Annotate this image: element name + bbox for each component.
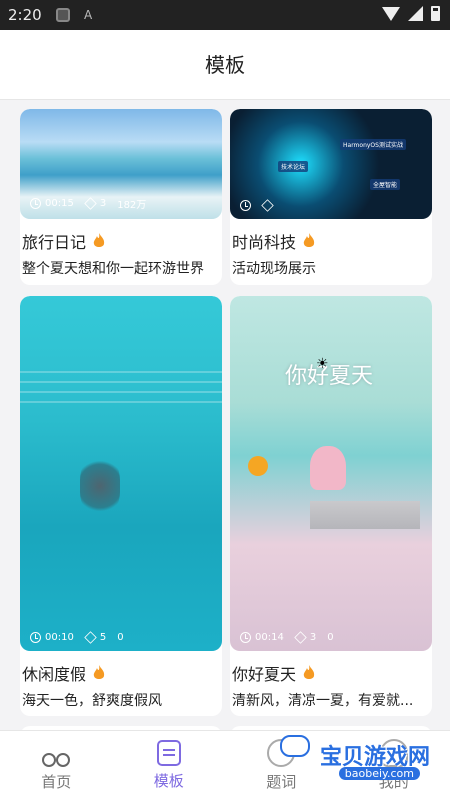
fan-image (248, 456, 268, 476)
wifi-icon (382, 6, 400, 21)
clips-value: 3 (99, 198, 107, 209)
template-thumbnail[interactable]: 00:10 5 0 (20, 296, 222, 651)
gamepad-icon (280, 735, 310, 757)
layers-icon (84, 631, 97, 644)
status-icons (382, 6, 440, 21)
template-title: 休闲度假 (22, 665, 87, 684)
template-stats: 00:15 3 182万 (30, 196, 152, 211)
template-thumbnail[interactable]: HarmonyOS测试实战 技术论坛 全屋智能 (230, 109, 432, 219)
nav-item-templates[interactable]: 模板 (113, 731, 226, 800)
status-bar: 2:20 A (0, 0, 450, 30)
clips-value: 3 (309, 632, 317, 643)
tech-label: HarmonyOS测试实战 (340, 139, 406, 150)
views-value: 0 (117, 632, 124, 643)
template-card-travel[interactable]: 00:15 3 182万 旅行日记 整个夏天想和你一起环游世界 (20, 109, 222, 285)
layers-icon (84, 197, 97, 210)
template-thumbnail[interactable]: 00:15 3 182万 (20, 109, 222, 219)
clips-value: 5 (99, 632, 107, 643)
template-card-tech[interactable]: HarmonyOS测试实战 技术论坛 全屋智能 时尚科技 活动现场展示 (230, 109, 432, 285)
template-title: 时尚科技 (232, 233, 297, 252)
notification-icon (56, 8, 70, 22)
template-card-vacation[interactable]: 00:10 5 0 休闲度假 海天一色，舒爽度假风 (20, 296, 222, 716)
scissors-icon (42, 739, 71, 767)
template-icon (156, 740, 181, 766)
duration-value: 00:14 (255, 632, 284, 643)
flame-icon (93, 233, 105, 247)
template-stats: 00:14 3 0 (240, 631, 340, 644)
status-time: 2:20 (8, 6, 42, 24)
swimmer-image (80, 456, 120, 516)
nav-item-home[interactable]: 首页 (0, 731, 113, 800)
clock-icon (30, 198, 41, 209)
nav-label: 模板 (153, 772, 184, 790)
template-title: 你好夏天 (232, 665, 297, 684)
watermark-url: baobeiy.com (338, 767, 420, 780)
watermark: 宝贝游戏网 baobeiy.com (280, 735, 430, 790)
views-value: 182万 (117, 200, 147, 211)
battery-icon (431, 6, 440, 21)
duration-value: 00:15 (45, 198, 74, 209)
layers-icon (294, 631, 307, 644)
nav-label: 首页 (41, 773, 72, 791)
template-card-summer[interactable]: 你好夏天 ☀ 00:14 3 0 你好夏天 清新风，清凉一夏，有爱就... (230, 296, 432, 716)
template-stats: 00:10 5 0 (30, 631, 130, 644)
tech-label: 全屋智能 (370, 179, 401, 190)
flame-icon (93, 665, 105, 679)
views-value: 0 (327, 632, 334, 643)
template-subtitle: 活动现场展示 (232, 261, 316, 277)
template-subtitle: 整个夏天想和你一起环游世界 (22, 261, 204, 277)
page-title: 模板 (205, 53, 245, 77)
clock-icon (240, 632, 251, 643)
clock-icon (240, 200, 251, 211)
flame-icon (303, 665, 315, 679)
layers-icon (261, 199, 274, 212)
clock-icon (30, 632, 41, 643)
template-stats (240, 199, 279, 212)
sun-icon: ☀ (316, 356, 329, 372)
app-notification-icon: A (84, 8, 93, 22)
summer-overlay-text: 你好夏天 (285, 364, 374, 389)
template-subtitle: 清新风，清凉一夏，有爱就... (232, 693, 414, 709)
template-subtitle: 海天一色，舒爽度假风 (22, 693, 162, 709)
template-thumbnail[interactable]: 你好夏天 ☀ 00:14 3 0 (230, 296, 432, 651)
duration-value: 00:10 (45, 632, 74, 643)
template-grid[interactable]: 00:15 3 182万 旅行日记 整个夏天想和你一起环游世界 HarmonyO… (0, 101, 450, 730)
signal-icon (408, 6, 423, 21)
template-title: 旅行日记 (22, 233, 87, 252)
tech-label: 技术论坛 (278, 161, 309, 172)
girl-image (310, 446, 346, 490)
flame-icon (303, 233, 315, 247)
app-header: 模板 (0, 30, 450, 100)
